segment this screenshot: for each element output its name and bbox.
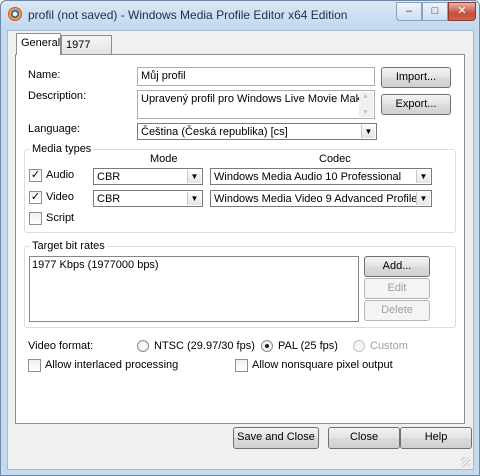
- general-tab-panel: Name: Můj profil Description: Upravený p…: [15, 54, 465, 424]
- delete-bit-rate-button[interactable]: Delete: [364, 300, 430, 321]
- video-mode-select[interactable]: CBR ▼: [93, 190, 203, 207]
- scroll-down-icon[interactable]: ▼: [362, 109, 369, 116]
- script-checkbox[interactable]: [29, 212, 42, 225]
- codec-header: Codec: [319, 153, 351, 165]
- audio-codec-select[interactable]: Windows Media Audio 10 Professional ▼: [210, 168, 432, 185]
- export-button[interactable]: Export...: [381, 94, 451, 115]
- name-field[interactable]: Můj profil: [137, 67, 375, 86]
- chevron-down-icon[interactable]: ▼: [187, 170, 201, 183]
- ntsc-label: NTSC (29.97/30 fps): [154, 340, 255, 352]
- language-select[interactable]: Čeština (Česká republika) [cs] ▼: [137, 123, 377, 140]
- mode-header: Mode: [150, 153, 178, 165]
- chevron-down-icon[interactable]: ▼: [361, 125, 375, 138]
- app-window: profil (not saved) - Windows Media Profi…: [0, 0, 480, 476]
- video-codec-value: Windows Media Video 9 Advanced Profile: [214, 193, 418, 205]
- chevron-down-icon[interactable]: ▼: [416, 170, 430, 183]
- dialog-client-area: General 1977 Kbps Name: Můj profil Descr…: [7, 30, 474, 470]
- video-format-label: Video format:: [28, 340, 94, 352]
- tab-general[interactable]: General: [16, 33, 61, 55]
- tab-1977-kbps[interactable]: 1977 Kbps: [61, 35, 112, 69]
- custom-label: Custom: [370, 340, 408, 352]
- target-bit-rates-group: Target bit rates 1977 Kbps (1977000 bps)…: [24, 240, 456, 328]
- import-button[interactable]: Import...: [381, 67, 451, 88]
- allow-interlaced-label: Allow interlaced processing: [45, 359, 179, 371]
- window-title: profil (not saved) - Windows Media Profi…: [28, 8, 348, 22]
- list-item[interactable]: 1977 Kbps (1977000 bps): [32, 259, 356, 271]
- pal-radio[interactable]: [261, 340, 273, 352]
- app-icon[interactable]: [8, 7, 22, 21]
- video-label: Video: [46, 191, 74, 203]
- description-field[interactable]: Upravený profil pro Windows Live Movie M…: [137, 90, 375, 119]
- media-types-group: Media types Mode Codec ✓ Audio CBR ▼ Win…: [24, 143, 456, 233]
- audio-label: Audio: [46, 169, 75, 181]
- close-window-button[interactable]: ✕: [448, 2, 476, 21]
- allow-nonsquare-checkbox[interactable]: [235, 359, 248, 372]
- chevron-down-icon[interactable]: ▼: [416, 192, 430, 205]
- scroll-up-icon[interactable]: ▲: [362, 93, 369, 100]
- media-types-title: Media types: [30, 143, 94, 155]
- script-label: Script: [46, 212, 75, 224]
- title-bar[interactable]: profil (not saved) - Windows Media Profi…: [1, 1, 479, 29]
- audio-mode-select[interactable]: CBR ▼: [93, 168, 203, 185]
- resize-grip-icon[interactable]: [461, 457, 471, 467]
- audio-codec-value: Windows Media Audio 10 Professional: [214, 171, 402, 183]
- target-bit-rates-title: Target bit rates: [30, 240, 107, 252]
- language-value: Čeština (Česká republika) [cs]: [141, 126, 288, 138]
- minimize-button[interactable]: –: [396, 2, 422, 21]
- save-and-close-button[interactable]: Save and Close: [233, 427, 319, 449]
- chevron-down-icon[interactable]: ▼: [187, 192, 201, 205]
- video-checkbox[interactable]: ✓: [29, 191, 42, 204]
- help-button[interactable]: Help: [400, 427, 472, 449]
- audio-checkbox[interactable]: ✓: [29, 169, 42, 182]
- close-button[interactable]: Close: [328, 427, 400, 449]
- video-mode-value: CBR: [97, 193, 121, 205]
- edit-bit-rate-button[interactable]: Edit: [364, 278, 430, 299]
- maximize-button[interactable]: □: [422, 2, 448, 21]
- description-label: Description:: [28, 90, 87, 102]
- pal-label: PAL (25 fps): [278, 340, 338, 352]
- add-bit-rate-button[interactable]: Add...: [364, 256, 430, 277]
- allow-interlaced-checkbox[interactable]: [28, 359, 41, 372]
- name-label: Name:: [28, 69, 61, 81]
- description-text: Upravený profil pro Windows Live Movie M…: [141, 93, 371, 105]
- ntsc-radio[interactable]: [137, 340, 149, 352]
- video-codec-select[interactable]: Windows Media Video 9 Advanced Profile ▼: [210, 190, 432, 207]
- bit-rates-list[interactable]: 1977 Kbps (1977000 bps): [29, 256, 359, 322]
- description-scrollbar[interactable]: ▲ ▼: [359, 92, 373, 117]
- language-label: Language:: [28, 123, 80, 135]
- allow-nonsquare-label: Allow nonsquare pixel output: [252, 359, 393, 371]
- audio-mode-value: CBR: [97, 171, 121, 183]
- custom-radio[interactable]: [353, 340, 365, 352]
